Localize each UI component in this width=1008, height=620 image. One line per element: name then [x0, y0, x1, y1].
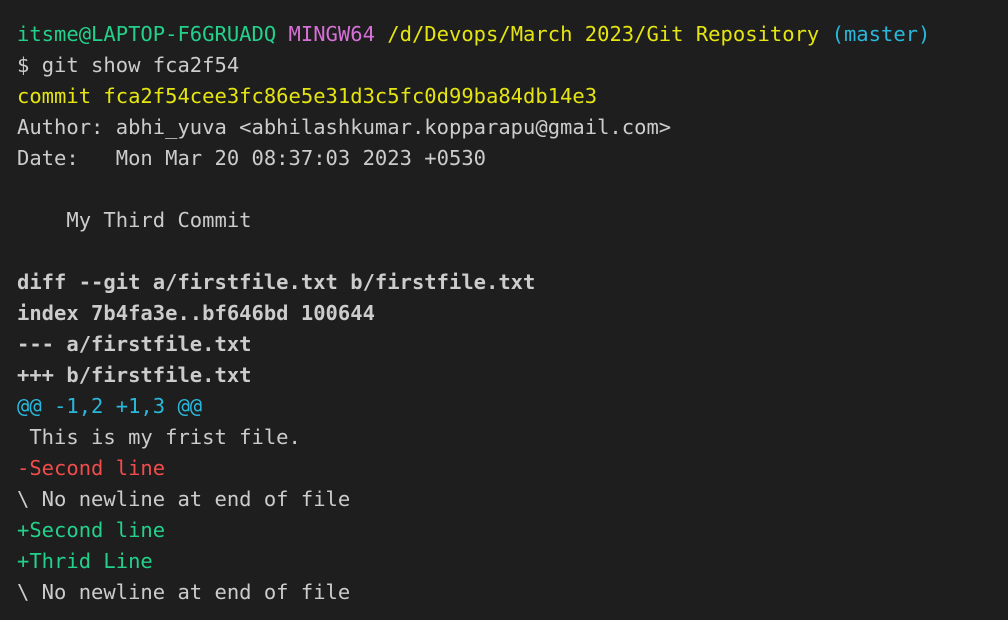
diff-hunk-header: @@ -1,2 +1,3 @@: [17, 394, 203, 418]
diff-context-line: \ No newline at end of file: [17, 580, 351, 604]
prompt-symbol: $: [17, 53, 30, 77]
prompt-user-host: itsme@LAPTOP-F6GRUADQ: [17, 22, 277, 46]
terminal-window[interactable]: itsme@LAPTOP-F6GRUADQ MINGW64 /d/Devops/…: [0, 0, 1008, 620]
diff-header-line: diff --git a/firstfile.txt b/firstfile.t…: [17, 270, 536, 294]
diff-context-line: \ No newline at end of file: [17, 487, 351, 511]
diff-context-line: This is my frist file.: [17, 425, 301, 449]
diff-old-file-line: --- a/firstfile.txt: [17, 332, 252, 356]
commit-date-line: Date: Mon Mar 20 08:37:03 2023 +0530: [17, 146, 486, 170]
diff-index-line: index 7b4fa3e..bf646bd 100644: [17, 301, 375, 325]
diff-added-line: +Second line: [17, 518, 166, 542]
prompt-branch: (master): [831, 22, 931, 46]
command-text: git show fca2f54: [41, 53, 240, 77]
prompt-shell: MINGW64: [288, 22, 375, 46]
commit-message-line: My Third Commit: [17, 208, 252, 232]
prompt-line: itsme@LAPTOP-F6GRUADQ MINGW64 /d/Devops/…: [17, 19, 1008, 50]
prompt-path: /d/Devops/March 2023/Git Repository: [387, 22, 820, 46]
command-line: $ git show fca2f54: [17, 50, 1008, 81]
diff-new-file-line: +++ b/firstfile.txt: [17, 363, 252, 387]
commit-hash-line: commit fca2f54cee3fc86e5e31d3c5fc0d99ba8…: [17, 84, 598, 108]
commit-author-line: Author: abhi_yuva <abhilashkumar.koppara…: [17, 115, 672, 139]
diff-added-line: +Thrid Line: [17, 549, 153, 573]
diff-removed-line: -Second line: [17, 456, 166, 480]
